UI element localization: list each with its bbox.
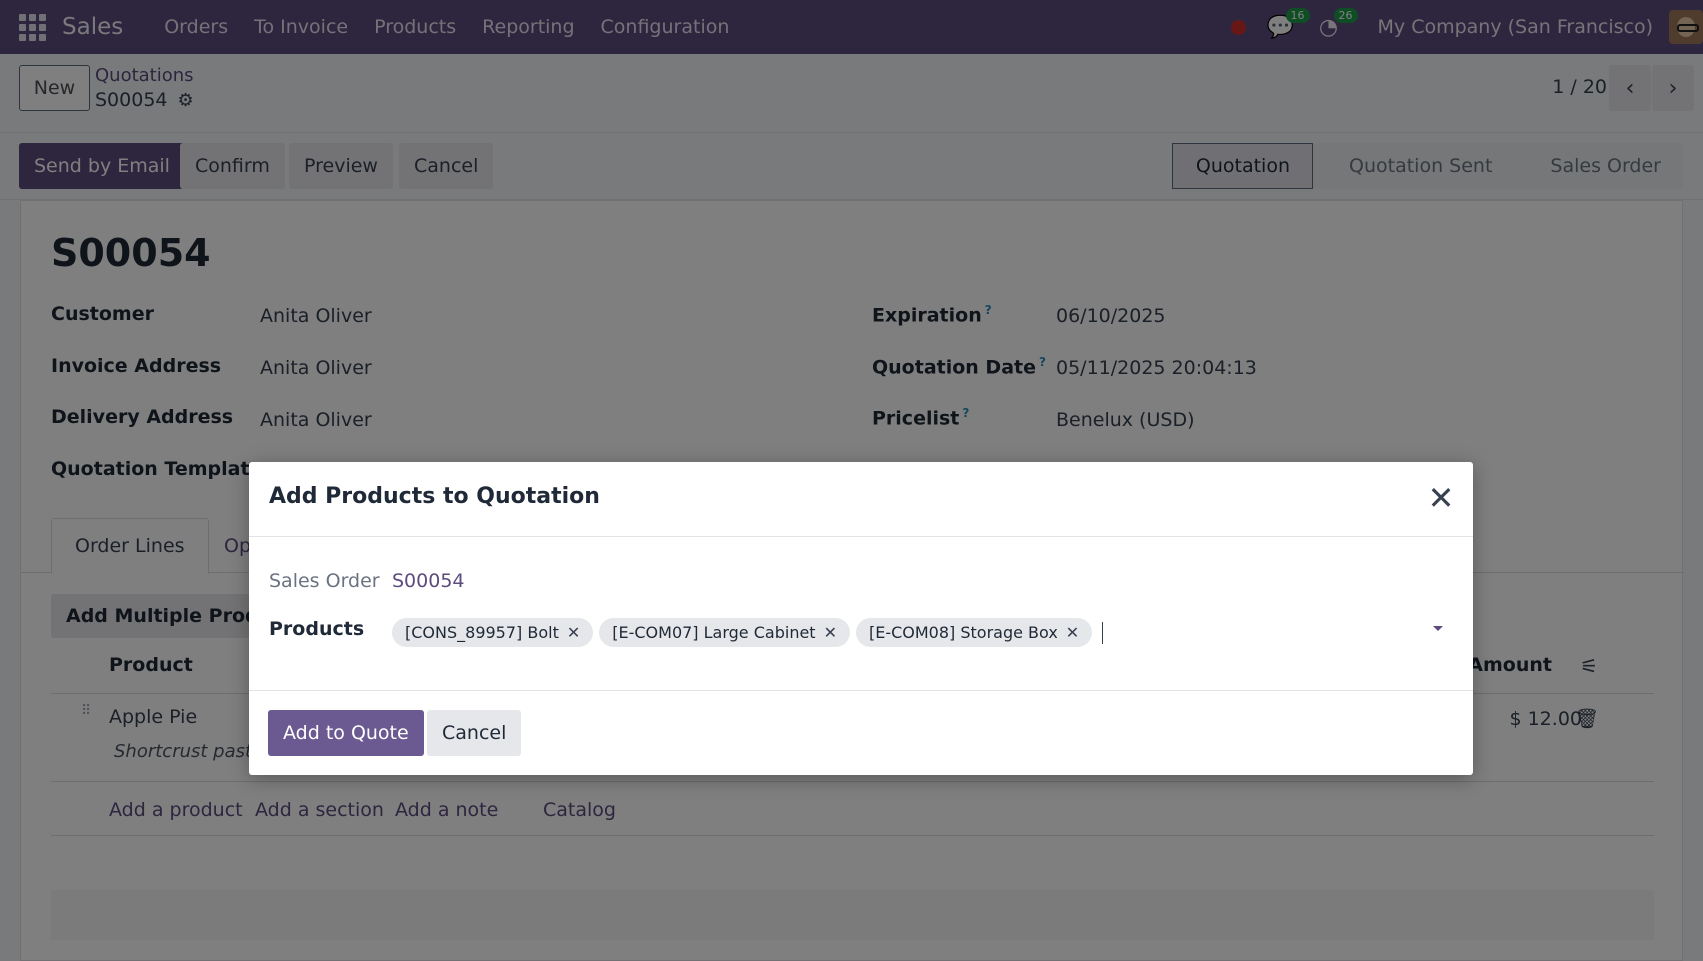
dialog-title: Add Products to Quotation xyxy=(269,484,600,509)
dialog-cancel-button[interactable]: Cancel xyxy=(427,710,522,756)
close-icon[interactable]: ✕ xyxy=(1421,478,1461,518)
dialog-footer: Add to Quote Cancel xyxy=(249,690,1473,775)
text-caret[interactable] xyxy=(1102,621,1104,644)
remove-tag-icon[interactable]: ✕ xyxy=(824,623,837,642)
product-tag: [E-COM07] Large Cabinet ✕ xyxy=(599,618,850,647)
remove-tag-icon[interactable]: ✕ xyxy=(567,623,580,642)
add-products-dialog: Add Products to Quotation ✕ Sales Order … xyxy=(249,462,1473,775)
add-to-quote-button[interactable]: Add to Quote xyxy=(268,710,424,756)
dropdown-arrow-icon[interactable] xyxy=(1433,626,1443,631)
product-tag: [E-COM08] Storage Box ✕ xyxy=(855,618,1093,647)
dialog-header: Add Products to Quotation ✕ xyxy=(249,462,1473,537)
products-many2many-input[interactable]: [CONS_89957] Bolt ✕ [E-COM07] Large Cabin… xyxy=(392,618,1104,647)
product-tag: [CONS_89957] Bolt ✕ xyxy=(392,618,594,647)
remove-tag-icon[interactable]: ✕ xyxy=(1066,623,1079,642)
products-label: Products xyxy=(269,618,365,640)
sales-order-link[interactable]: S00054 xyxy=(392,570,465,592)
sales-order-label: Sales Order xyxy=(269,570,380,592)
